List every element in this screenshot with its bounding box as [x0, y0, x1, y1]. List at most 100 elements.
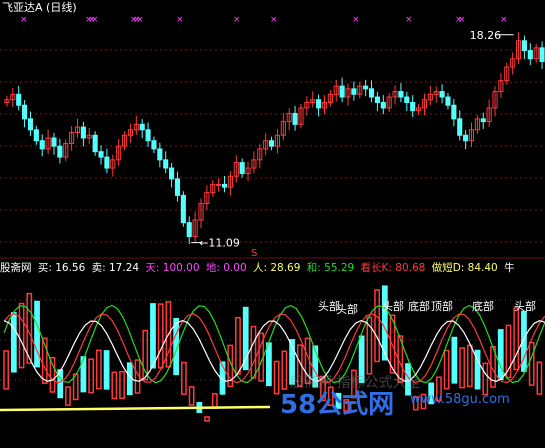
indicator-bar-66	[513, 307, 520, 371]
candle-body-69	[410, 101, 416, 112]
candle-body-31	[186, 222, 192, 238]
indicator-bar-62	[482, 362, 489, 396]
signal-mark-0: ×	[20, 15, 28, 25]
indicator-bar-59	[459, 347, 465, 389]
annotation-top-5: 头部	[514, 300, 536, 313]
signal-mark-6: ×	[136, 15, 144, 25]
indicator-bar-60	[466, 344, 473, 388]
indicator-bar-23	[181, 361, 187, 395]
candle-body-62	[368, 88, 375, 98]
candle-body-30	[180, 194, 186, 224]
annotation-top-2: 头部	[336, 303, 358, 316]
indicator-bar-19	[150, 303, 156, 369]
candle-body-49	[292, 112, 298, 125]
di-value: 地: 0.00	[205, 262, 247, 274]
indicator-bar-13	[103, 350, 110, 390]
high-price-label: 18.26	[470, 29, 502, 42]
candle-body-26	[157, 148, 163, 161]
signal-mark-13: ×	[458, 15, 466, 25]
candle-body-53	[316, 99, 322, 109]
candle-body-75	[445, 96, 451, 106]
indicator-bar-4	[34, 300, 40, 368]
annotation-bottom-2: 底部	[472, 300, 494, 313]
candle-body-78	[463, 134, 469, 142]
indicator-bar-69	[536, 361, 543, 395]
candle-body-89	[527, 50, 533, 60]
signal-mark-9: ×	[270, 15, 278, 25]
indicator-bar-24	[188, 386, 195, 406]
low-price-label: ←11.09	[199, 237, 240, 250]
candle-body-37	[221, 183, 228, 188]
annotation-top-4: 顶部	[431, 300, 453, 313]
annotation-top-3: 头部	[382, 300, 404, 313]
candle-body-15	[92, 134, 98, 153]
site-url-watermark: www.58gu.com	[410, 392, 510, 407]
indicator-bar-58	[451, 336, 458, 384]
signal-mark-10: ×	[352, 15, 360, 25]
indicator-bar-26	[204, 416, 210, 422]
indicator-bar-0	[3, 350, 10, 390]
candle-body-6	[39, 140, 45, 150]
indicator-name: 股斋网	[0, 262, 32, 274]
candle-body-68	[404, 96, 410, 103]
candle-body-91	[539, 47, 545, 63]
indicator-bar-15	[119, 370, 125, 399]
chart-window[interactable]: × × × × × × × × × × × × × × × 18.26 ←11.09 S 飞亚达A (日线) 股斋…	[0, 0, 545, 444]
indicator-values-bar: 股斋网 买: 16.56 卖: 17.24 天: 100.00 地: 0.00 …	[0, 262, 518, 275]
signal-mark-11: ×	[405, 15, 413, 25]
candle-body-17	[104, 156, 110, 169]
candle-body-57	[339, 85, 345, 98]
niu-label: 牛	[504, 262, 515, 274]
signal-mark-3: ×	[91, 15, 99, 25]
indicator-bar-30	[235, 317, 241, 375]
indicator-bar-57	[443, 349, 450, 390]
candle-body-40	[239, 162, 245, 175]
indicator-bar-32	[250, 325, 257, 379]
he-value: 和: 55.29	[306, 262, 355, 274]
indicator-bar-3	[26, 292, 33, 364]
chart-canvas[interactable]: × ××× ××× × × × × × ×× ×18.26←11.09S	[0, 0, 545, 444]
indicator-bar-64	[497, 329, 504, 381]
candle-body-9	[57, 145, 63, 158]
candle-body-24	[145, 129, 151, 142]
zuoduan-value: 做短D: 84.40	[431, 262, 498, 274]
indicator-bar-2	[18, 302, 25, 369]
candle-body-16	[98, 151, 104, 158]
indicator-bar-27	[211, 393, 218, 409]
candle-body-2	[16, 93, 22, 106]
candle-body-36	[216, 183, 222, 186]
candle-body-67	[398, 91, 404, 98]
sell-value: 卖: 17.24	[91, 262, 140, 274]
indicator-bar-16	[126, 362, 133, 396]
candle-body-25	[151, 140, 157, 150]
candle-body-27	[163, 159, 169, 169]
yellow-base-line	[0, 405, 271, 412]
candle-body-23	[139, 123, 145, 131]
candle-body-61	[363, 85, 369, 90]
buy-value: 买: 16.56	[37, 262, 86, 274]
tian-value: 天: 100.00	[145, 262, 200, 274]
annotation-bottom-1: 底部	[408, 300, 430, 313]
indicator-bar-11	[88, 358, 95, 394]
candle-body-77	[457, 118, 463, 136]
candle-body-4	[27, 118, 34, 131]
candle-body-74	[439, 91, 445, 98]
candle-body-59	[351, 88, 357, 95]
candle-body-28	[169, 167, 175, 180]
indicator-bar-20	[157, 303, 164, 369]
candle-body-81	[480, 118, 486, 123]
candle-body-29	[174, 178, 181, 196]
indicator-bar-8	[65, 386, 71, 406]
indicator-bar-34	[266, 342, 272, 387]
candle-body-76	[451, 104, 457, 120]
signal-mark-8: ×	[233, 15, 241, 25]
indicator-bar-1	[10, 312, 17, 373]
indicator-bar-6	[49, 356, 56, 393]
candle-body-64	[380, 101, 386, 109]
signal-mark-14: ×	[500, 15, 508, 25]
stock-title: 飞亚达A (日线)	[2, 1, 77, 14]
sell-signal-mark: S	[251, 248, 257, 259]
signal-mark-7: ×	[176, 15, 184, 25]
kanzhang-value: 看长K: 80.68	[360, 262, 426, 274]
site-watermark: 58公式网	[280, 390, 395, 420]
